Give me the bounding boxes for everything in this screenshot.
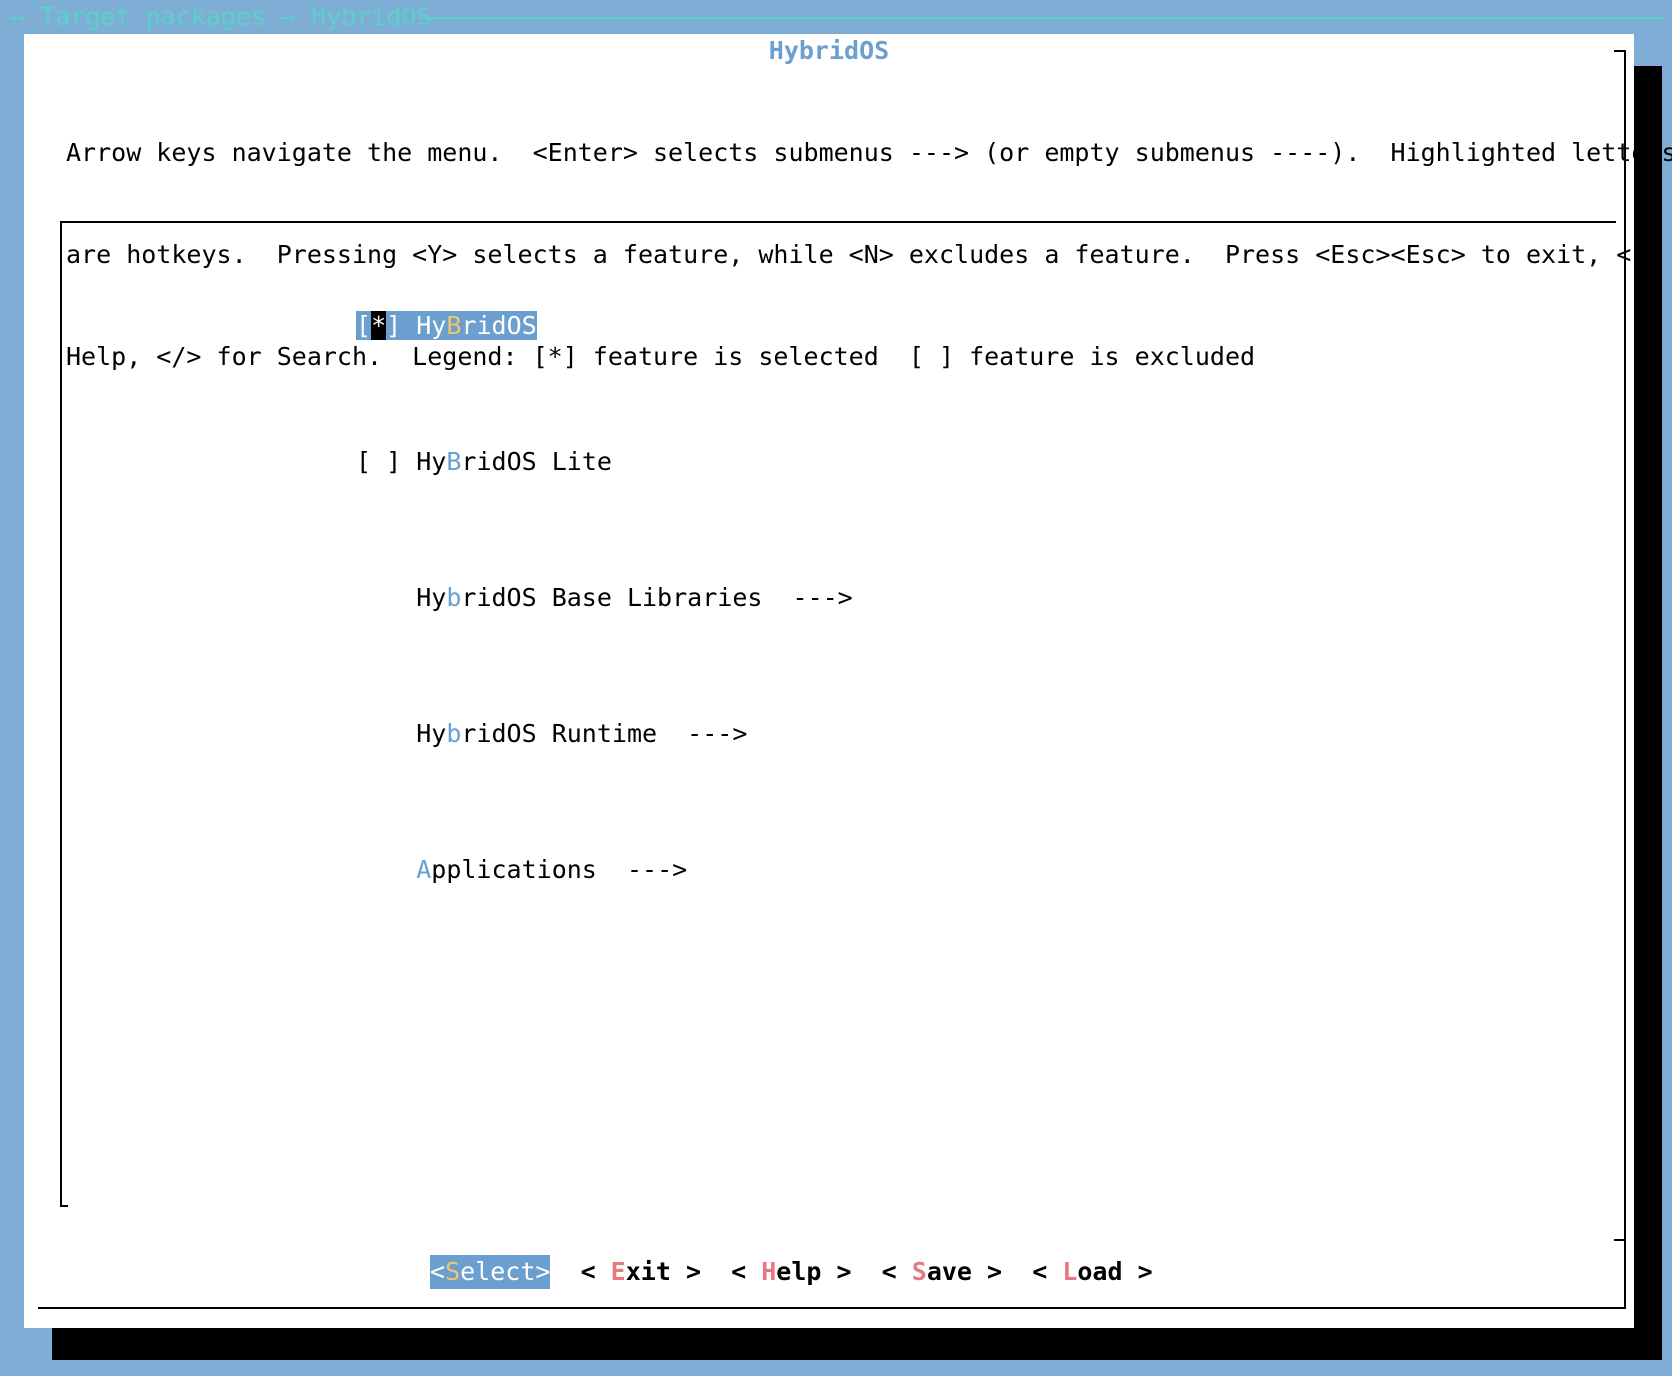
breadcrumb-hybridos: HybridOS <box>311 2 432 31</box>
select-button[interactable]: <Select> <box>430 1255 551 1289</box>
button-bracket: > <box>971 1257 1003 1286</box>
menu-item-indent <box>356 855 416 884</box>
button-bar: <Select> < Exit > < Help > < Save > < Lo… <box>430 1255 1153 1289</box>
dialog-border <box>1614 1239 1626 1241</box>
menu-border <box>60 1205 68 1207</box>
menu-item-label: ridOS Runtime <box>461 719 658 748</box>
button-hotkey: L <box>1062 1257 1078 1286</box>
checkbox-close: ] <box>386 447 402 476</box>
menu-item-label: Hy <box>416 719 447 748</box>
exit-button[interactable]: < Exit > <box>581 1255 701 1289</box>
menuconfig-dialog: HybridOS Arrow keys navigate the menu. <… <box>24 34 1672 1328</box>
button-bracket: > <box>1122 1257 1153 1286</box>
menu-item-indent <box>356 583 416 612</box>
checkbox-unchecked[interactable] <box>371 447 386 476</box>
button-bracket: > <box>535 1257 551 1286</box>
menu-item-hybridos-base-libraries[interactable]: HybridOS Base Libraries ---> <box>356 581 853 615</box>
button-bracket: > <box>670 1257 701 1286</box>
load-button[interactable]: < Load > <box>1032 1255 1152 1289</box>
menu-border <box>60 221 1616 223</box>
button-bracket: < <box>881 1257 912 1286</box>
menu-border <box>60 221 62 1207</box>
button-hotkey: S <box>911 1257 927 1286</box>
breadcrumb-divider <box>418 17 1662 19</box>
breadcrumb: → Target packages → HybridOS <box>10 0 432 34</box>
menu-item-label: Hy <box>416 447 447 476</box>
button-bracket: < <box>430 1257 446 1286</box>
menu-item-label: ridOS <box>461 311 537 340</box>
button-bracket: < <box>580 1257 611 1286</box>
menu-item-highlight: [*] HyBridOS <box>356 311 537 340</box>
menu-item-hybridos-runtime[interactable]: HybridOS Runtime ---> <box>356 717 853 751</box>
breadcrumb-arrow: → <box>10 2 26 31</box>
menu-item-label: Hy <box>416 583 447 612</box>
menu-list-box: [*] HyBridOS [ ] HyBridOS Lite HybridOS … <box>60 221 1616 1207</box>
menu-item-hotkey: B <box>446 311 462 340</box>
submenu-arrow: ---> <box>657 719 748 748</box>
button-bracket: > <box>821 1257 852 1286</box>
menu-item-hotkey: b <box>446 719 462 748</box>
dialog-title: HybridOS <box>768 36 890 65</box>
checkbox-close: ] <box>386 311 402 340</box>
instructions-line: Arrow keys navigate the menu. <Enter> se… <box>66 138 1672 167</box>
checkbox-open: [ <box>356 447 372 476</box>
submenu-arrow: ---> <box>596 855 688 884</box>
menu-item-applications[interactable]: Applications ---> <box>356 853 853 887</box>
menu-item-hybridos[interactable]: [*] HyBridOS <box>356 309 853 343</box>
button-label: elp <box>776 1257 822 1286</box>
menu-item-hotkey: b <box>446 583 462 612</box>
dialog-border <box>38 1307 1626 1309</box>
button-label: ave <box>926 1257 972 1286</box>
button-label: elect <box>460 1257 536 1286</box>
button-label: oad <box>1077 1257 1123 1286</box>
button-bracket: < <box>731 1257 762 1286</box>
menu-item-hybridos-lite[interactable]: [ ] HyBridOS Lite <box>356 445 853 479</box>
menu-item-label: pplications <box>431 855 597 884</box>
button-hotkey: S <box>445 1257 461 1286</box>
menu-item-indent <box>356 719 416 748</box>
menu-item-label: ridOS Lite <box>461 447 612 476</box>
submenu-arrow: ---> <box>762 583 853 612</box>
checkbox-open: [ <box>356 311 372 340</box>
menu-item-label: Hy <box>416 311 447 340</box>
button-hotkey: E <box>610 1257 626 1286</box>
button-bracket: < <box>1032 1257 1063 1286</box>
help-button[interactable]: < Help > <box>731 1255 851 1289</box>
menu-item-label: ridOS Base Libraries <box>461 583 763 612</box>
button-label: xit <box>625 1257 671 1286</box>
breadcrumb-target-packages: Target packages <box>40 2 266 31</box>
checkbox-checked[interactable]: * <box>371 311 387 340</box>
save-button[interactable]: < Save > <box>882 1255 1002 1289</box>
button-hotkey: H <box>761 1257 777 1286</box>
menu-item-hotkey: B <box>446 447 462 476</box>
breadcrumb-arrow: → <box>280 2 297 31</box>
menu-item-hotkey: A <box>416 855 432 884</box>
